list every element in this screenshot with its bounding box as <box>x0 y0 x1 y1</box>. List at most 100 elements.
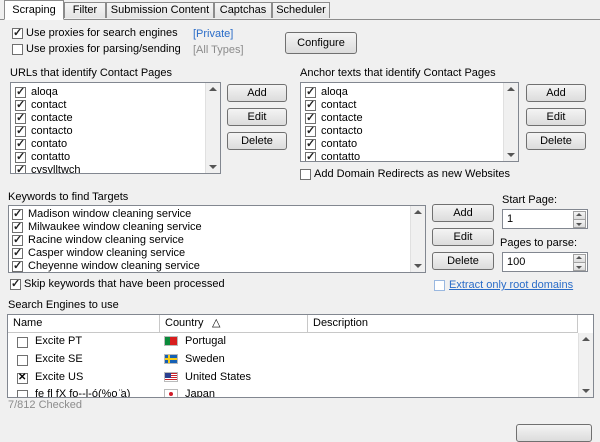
engine-name: Excite SE <box>35 353 83 365</box>
engines-grid-scrollbar[interactable] <box>578 333 593 397</box>
scroll-down-icon[interactable] <box>209 165 217 169</box>
chevron-down-icon <box>576 223 582 226</box>
column-header-name[interactable]: Name <box>8 315 160 333</box>
list-item-checkbox[interactable] <box>305 137 316 150</box>
anchors-list[interactable]: aloqa contact contacte contacto contato … <box>300 82 519 162</box>
list-item-checkbox[interactable] <box>15 85 26 98</box>
list-item-checkbox[interactable] <box>12 207 23 220</box>
start-page-stepper[interactable]: 1 <box>502 209 588 229</box>
keywords-delete-button[interactable]: Delete <box>432 252 494 270</box>
engine-name: fe fl fX fo--l-ó(%o ̈a) <box>35 388 131 398</box>
engine-name: Excite US <box>35 371 84 383</box>
extract-root-domains-checkbox[interactable] <box>434 280 445 291</box>
tab-scraping[interactable]: Scraping <box>4 0 64 20</box>
keywords-section-title: Keywords to find Targets <box>8 191 129 203</box>
list-item-label: cysylltwch <box>31 164 81 174</box>
list-item-label: contacto <box>31 125 73 137</box>
list-item-checkbox[interactable] <box>15 124 26 137</box>
scroll-down-icon[interactable] <box>414 264 422 268</box>
stepper-down-button[interactable] <box>573 262 586 271</box>
keywords-add-button[interactable]: Add <box>432 204 494 222</box>
urls-list-scrollbar[interactable] <box>205 83 220 173</box>
anchors-list-scrollbar[interactable] <box>503 83 518 161</box>
tab-captchas[interactable]: Captchas <box>214 2 272 18</box>
list-item-checkbox[interactable] <box>12 233 23 246</box>
engine-country: Sweden <box>185 353 225 365</box>
urls-section-title: URLs that identify Contact Pages <box>10 67 173 79</box>
engine-name: Excite PT <box>35 335 83 347</box>
use-proxies-parsing-label: Use proxies for parsing/sending <box>26 43 181 55</box>
portugal-flag-icon <box>164 336 178 346</box>
skip-processed-checkbox[interactable] <box>10 277 21 290</box>
table-row[interactable]: Excite SE Sweden <box>8 351 578 369</box>
list-item-label: contacte <box>31 112 73 124</box>
proxies-parsing-type: [All Types] <box>193 44 244 56</box>
tab-submission-content[interactable]: Submission Content <box>106 2 214 18</box>
row-checkbox[interactable] <box>17 390 28 397</box>
urls-list[interactable]: aloqa contact contacte contacto contato … <box>10 82 221 174</box>
tab-bar: Scraping Filter Submission Content Captc… <box>0 0 600 20</box>
list-item-checkbox[interactable] <box>15 163 26 173</box>
configure-button[interactable]: Configure <box>285 32 357 54</box>
tab-scheduler[interactable]: Scheduler <box>272 2 330 18</box>
keywords-list[interactable]: Madison window cleaning service Milwauke… <box>8 205 426 273</box>
urls-edit-button[interactable]: Edit <box>227 108 287 126</box>
start-page-label: Start Page: <box>502 194 558 206</box>
urls-delete-button[interactable]: Delete <box>227 132 287 150</box>
start-page-value: 1 <box>507 213 514 225</box>
column-header-description[interactable]: Description <box>308 315 578 333</box>
chevron-down-icon <box>576 266 582 269</box>
anchors-section-title: Anchor texts that identify Contact Pages <box>300 67 496 79</box>
list-item-label: Cheyenne window cleaning service <box>28 260 200 272</box>
bottom-button[interactable] <box>516 424 592 442</box>
list-item-checkbox[interactable] <box>12 220 23 233</box>
use-proxies-parsing-checkbox[interactable] <box>12 44 23 55</box>
extract-root-domains-label[interactable]: Extract only root domains <box>449 279 573 291</box>
column-header-country-label: Country <box>165 317 204 329</box>
anchors-add-button[interactable]: Add <box>526 84 586 102</box>
column-header-country[interactable]: Country △ <box>160 315 308 333</box>
list-item-checkbox[interactable] <box>12 259 23 272</box>
table-row[interactable]: fe fl fX fo--l-ó(%o ̈a) Japan <box>8 386 578 398</box>
row-checkbox[interactable] <box>17 337 28 348</box>
keywords-edit-button[interactable]: Edit <box>432 228 494 246</box>
proxies-search-type: [Private] <box>193 28 234 40</box>
tab-filter[interactable]: Filter <box>64 2 106 18</box>
scroll-up-icon[interactable] <box>209 87 217 91</box>
keywords-list-scrollbar[interactable] <box>410 206 425 272</box>
scroll-down-icon[interactable] <box>507 153 515 157</box>
list-item-checkbox[interactable] <box>15 111 26 124</box>
domain-redirects-checkbox[interactable] <box>300 169 311 180</box>
list-item-checkbox[interactable] <box>305 98 316 111</box>
row-checkbox[interactable] <box>17 355 28 366</box>
pages-to-parse-stepper[interactable]: 100 <box>502 252 588 272</box>
list-item-checkbox[interactable] <box>15 150 26 163</box>
urls-add-button[interactable]: Add <box>227 84 287 102</box>
list-item-checkbox[interactable] <box>305 124 316 137</box>
engine-country: Japan <box>185 388 215 398</box>
search-engines-title: Search Engines to use <box>8 299 119 311</box>
scroll-down-icon[interactable] <box>582 389 590 393</box>
japan-flag-icon <box>164 389 178 397</box>
scroll-up-icon[interactable] <box>582 337 590 341</box>
scroll-up-icon[interactable] <box>507 87 515 91</box>
stepper-down-button[interactable] <box>573 219 586 228</box>
anchors-edit-button[interactable]: Edit <box>526 108 586 126</box>
list-item-checkbox[interactable] <box>15 98 26 111</box>
list-item-checkbox[interactable] <box>305 150 316 161</box>
anchors-delete-button[interactable]: Delete <box>526 132 586 150</box>
table-row[interactable]: Excite PT Portugal <box>8 333 578 351</box>
pages-to-parse-value: 100 <box>507 256 526 268</box>
list-item-checkbox[interactable] <box>305 111 316 124</box>
use-proxies-search-checkbox[interactable] <box>12 26 23 39</box>
table-row[interactable]: Excite US United States <box>8 369 578 387</box>
engines-checked-count: 7/812 Checked <box>8 399 82 411</box>
list-item-checkbox[interactable] <box>15 137 26 150</box>
row-checkbox[interactable] <box>17 372 28 384</box>
list-item-label: Racine window cleaning service <box>28 234 184 246</box>
list-item-checkbox[interactable] <box>305 85 316 98</box>
scroll-up-icon[interactable] <box>414 210 422 214</box>
search-engines-grid[interactable]: Name Country △ Description Excite PT Por… <box>7 314 594 398</box>
skip-processed-label: Skip keywords that have been processed <box>24 278 225 290</box>
list-item-checkbox[interactable] <box>12 246 23 259</box>
